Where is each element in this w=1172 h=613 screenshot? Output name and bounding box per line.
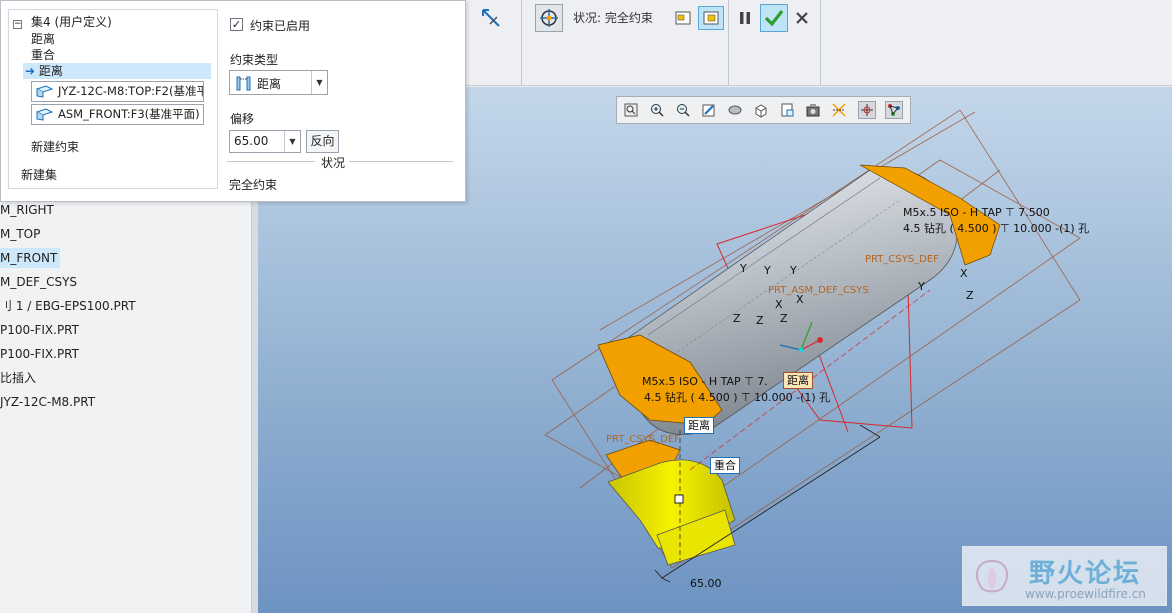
reference-2[interactable]: ASM_FRONT:F3(基准平面)	[31, 104, 204, 125]
axis-z-label: Z	[733, 312, 741, 325]
tree-item-asm-def-csys[interactable]: M_DEF_CSYS	[0, 272, 77, 292]
hole-note-mid-line2: 4.5 钻孔 ( 4.500 ) ⊤ 10.000 -(1) 孔	[644, 391, 831, 404]
constraint-enabled-label: 约束已启用	[250, 19, 311, 33]
constraint-type-label: 约束类型	[230, 53, 279, 67]
reference-1[interactable]: JYZ-12C-M8:TOP:F2(基准平	[31, 81, 204, 102]
datum-plane-icon	[36, 108, 53, 121]
separate-window-icon[interactable]	[673, 8, 693, 28]
constraint-tag-distance[interactable]: 距离	[684, 417, 714, 434]
new-constraint-link[interactable]: 新建约束	[31, 138, 79, 155]
saved-orientations-icon[interactable]	[752, 101, 770, 119]
flip-button[interactable]: 反向	[306, 130, 339, 153]
reference-2-label: ASM_FRONT:F3(基准平面)	[58, 107, 200, 121]
tree-item-insert-here[interactable]: 比插入	[0, 368, 36, 388]
constraint-tag-coincident[interactable]: 重合	[710, 457, 740, 474]
display-style-icon[interactable]	[726, 101, 744, 119]
model-tree: M_RIGHT M_TOP M_FRONT M_DEF_CSYS 刂 1 / E…	[0, 200, 252, 613]
axis-y-label: Y	[790, 264, 797, 277]
set-header[interactable]: 集4 (用户定义)	[31, 13, 112, 30]
tree-item-fix-1[interactable]: P100-FIX.PRT	[0, 320, 79, 340]
chevron-down-icon[interactable]: ▼	[311, 71, 327, 94]
axis-y-label: Y	[918, 280, 925, 293]
annotation-display-icon[interactable]	[885, 101, 903, 119]
dimension-value[interactable]: 65.00	[690, 577, 722, 590]
watermark-title: 野火论坛	[1029, 559, 1142, 589]
zoom-in-icon[interactable]	[648, 101, 666, 119]
tree-item-fix-2[interactable]: P100-FIX.PRT	[0, 344, 79, 364]
datum-plane-icon	[36, 85, 53, 98]
constraint-item-distance[interactable]: 距离	[31, 30, 55, 47]
spin-center-icon[interactable]	[858, 101, 876, 119]
offset-label: 偏移	[230, 112, 255, 126]
graphics-toolbar	[616, 96, 911, 124]
forum-watermark: 野火论坛 www.proewildfire.cn	[962, 546, 1167, 606]
offset-input[interactable]: 65.00 ▼	[229, 130, 301, 153]
constraint-tag-distance[interactable]: 距离	[783, 372, 813, 389]
distance-icon	[236, 76, 251, 91]
constraint-type-select[interactable]: 距离 ▼	[229, 70, 328, 95]
axis-z-label: Z	[966, 289, 974, 302]
tree-item-ebg-eps100[interactable]: 刂 1 / EBG-EPS100.PRT	[0, 296, 136, 316]
constraint-set-list: − 集4 (用户定义) 距离 重合 ➜ 距离 JYZ-12C-M8:TOP:F2…	[8, 9, 218, 189]
axis-z-label: Z	[780, 312, 788, 325]
cancel-icon[interactable]	[792, 7, 812, 29]
set-expand-toggle[interactable]: −	[13, 15, 22, 29]
component-window-icon[interactable]	[698, 6, 724, 30]
tree-item-jyz-12c-m8[interactable]: JYZ-12C-M8.PRT	[0, 392, 95, 412]
new-set-link[interactable]: 新建集	[21, 166, 57, 183]
axis-x-label: X	[796, 293, 804, 306]
constraint-status-label: 状况: 完全约束	[573, 11, 653, 25]
tree-item-asm-top[interactable]: M_TOP	[0, 224, 40, 244]
repaint-icon[interactable]	[700, 101, 718, 119]
reference-1-label: JYZ-12C-M8:TOP:F2(基准平	[58, 84, 204, 98]
view-manager-icon[interactable]	[804, 101, 822, 119]
constraint-enabled-checkbox[interactable]: ✓	[230, 18, 243, 31]
chevron-down-icon[interactable]: ▼	[284, 131, 300, 152]
confirm-icon[interactable]	[760, 4, 788, 32]
move-component-icon[interactable]	[535, 4, 563, 32]
csys-label-3: PRT_CSYS_DEF	[606, 434, 680, 445]
hole-note-mid-line1: M5x.5 ISO - H TAP ⊤ 7.	[642, 375, 768, 388]
status-value: 完全约束	[229, 178, 278, 192]
watermark-logo-icon	[976, 559, 1008, 593]
show-dimensions-icon[interactable]	[478, 5, 504, 31]
axis-y-label: Y	[764, 264, 771, 277]
offset-value: 65.00	[234, 134, 269, 148]
status-section-label: 状况	[321, 156, 346, 170]
csys-label-2: PRT_ASM_DEF_CSYS	[768, 285, 869, 296]
hole-note-top-line2: 4.5 钻孔 ( 4.500 ) ⊤ 10.000 -(1) 孔	[903, 222, 1090, 235]
hole-note-top-line1: M5x.5 ISO - H TAP ⊤ 7.500	[903, 206, 1050, 219]
axis-x-label: X	[775, 298, 783, 311]
constraint-item-coincident[interactable]: 重合	[31, 46, 55, 63]
csys-label-1: PRT_CSYS_DEF	[865, 254, 939, 265]
constraint-dialog: − 集4 (用户定义) 距离 重合 ➜ 距离 JYZ-12C-M8:TOP:F2…	[0, 0, 466, 202]
constraint-item-distance-selected[interactable]: ➜ 距离	[23, 63, 211, 79]
axis-z-label: Z	[756, 314, 764, 327]
datum-display-icon[interactable]	[830, 101, 848, 119]
watermark-url: www.proewildfire.cn	[1025, 587, 1146, 601]
axis-x-label: X	[960, 267, 968, 280]
refit-icon[interactable]	[622, 101, 640, 119]
pause-icon[interactable]	[736, 6, 754, 30]
tree-item-asm-right[interactable]: M_RIGHT	[0, 200, 54, 220]
named-views-icon[interactable]	[778, 101, 796, 119]
zoom-out-icon[interactable]	[674, 101, 692, 119]
arrow-right-icon: ➜	[25, 64, 36, 78]
axis-y-label: Y	[740, 262, 747, 275]
constraint-type-value: 距离	[257, 77, 282, 91]
constraint-item-label: 距离	[38, 64, 63, 78]
tree-item-asm-front[interactable]: M_FRONT	[0, 248, 61, 268]
